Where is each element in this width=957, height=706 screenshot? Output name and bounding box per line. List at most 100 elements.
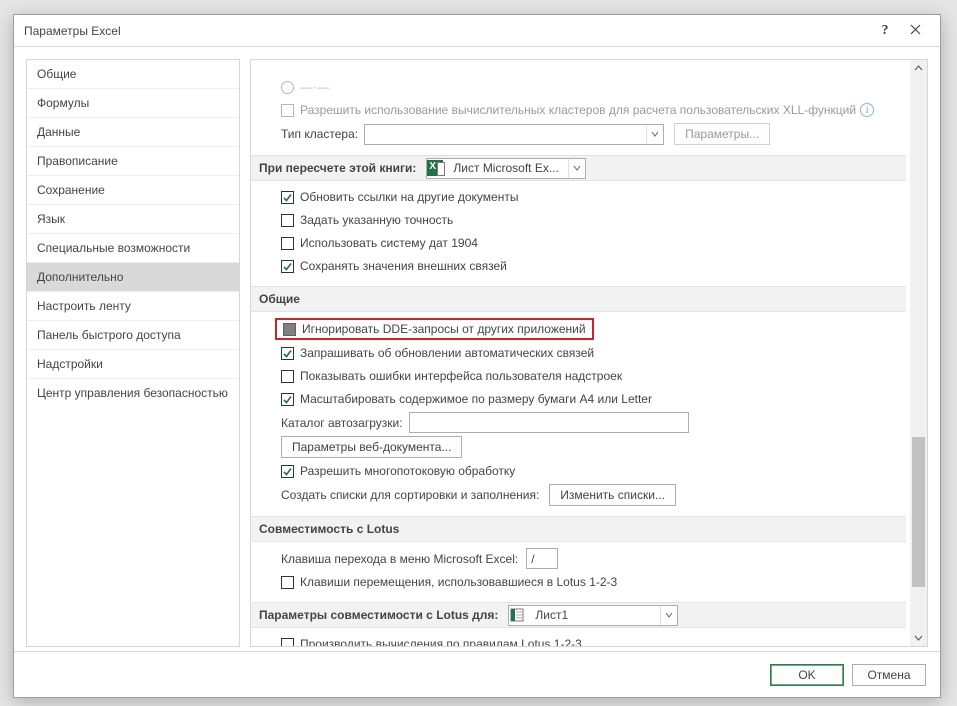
lotus-nav-checkbox[interactable] [281,576,294,589]
update-links-checkbox[interactable] [281,191,294,204]
allow-xll-row: Разрешить использование вычислительных к… [263,100,906,120]
scroll-up-button[interactable] [910,60,927,77]
date-1904-checkbox[interactable] [281,237,294,250]
ask-update-label: Запрашивать об обновлении автоматических… [300,346,594,360]
date-1904-label: Использовать систему дат 1904 [300,236,478,250]
multithread-checkbox[interactable] [281,465,294,478]
multithread-row: Разрешить многопотоковую обработку [263,461,906,481]
content-panel: —·— Разрешить использование вычислительн… [251,60,910,646]
sidebar-item-quick-access[interactable]: Панель быстрого доступа [27,321,239,350]
worksheet-icon [509,607,525,623]
custom-lists-label: Создать списки для сортировки и заполнен… [281,488,539,502]
ignore-dde-label: Игнорировать DDE-запросы от других прило… [302,322,586,336]
recalc-workbook-value: Лист Microsoft Ex... [447,161,568,175]
menu-key-row: Клавиша перехода в меню Microsoft Excel:… [263,548,906,569]
scroll-down-button[interactable] [910,629,927,646]
section-recalc-label: При пересчете этой книги: [259,161,416,175]
set-precision-label: Задать указанную точность [300,213,453,227]
recalc-workbook-dropdown[interactable]: Лист Microsoft Ex... [426,158,586,179]
cluster-type-label: Тип кластера: [281,127,358,141]
scale-a4-label: Масштабировать содержимое по размеру бум… [300,392,652,406]
addin-errors-label: Показывать ошибки интерфейса пользовател… [300,369,622,383]
ignore-dde-checkbox[interactable] [283,323,296,336]
sidebar-item-language[interactable]: Язык [27,205,239,234]
date-1904-row: Использовать систему дат 1904 [263,233,906,253]
scroll-track[interactable] [910,77,927,629]
cluster-type-dropdown[interactable] [364,124,664,145]
allow-xll-checkbox [281,104,294,117]
section-lotus-label: Совместимость с Lotus [259,522,399,536]
scale-a4-checkbox[interactable] [281,393,294,406]
update-links-label: Обновить ссылки на другие документы [300,190,518,204]
truncated-radio-row: —·— [263,77,906,97]
allow-xll-label: Разрешить использование вычислительных к… [300,103,856,117]
startup-label: Каталог автозагрузки: [281,416,403,430]
info-icon[interactable]: i [860,103,874,117]
sidebar-item-proofing[interactable]: Правописание [27,147,239,176]
keep-external-row: Сохранять значения внешних связей [263,256,906,276]
vertical-scrollbar[interactable] [910,60,927,646]
set-precision-row: Задать указанную точность [263,210,906,230]
close-button[interactable] [900,24,930,38]
ask-update-row: Запрашивать об обновлении автоматических… [263,343,906,363]
ask-update-checkbox[interactable] [281,347,294,360]
section-recalc: При пересчете этой книги: Лист Microsoft… [251,155,906,181]
addin-errors-checkbox[interactable] [281,370,294,383]
close-icon [910,24,921,35]
lotus-calc-row: Производить вычисления по правилам Lotus… [263,634,906,646]
startup-input[interactable] [409,412,689,433]
radio-icon [281,81,294,94]
set-precision-checkbox[interactable] [281,214,294,227]
web-doc-row: Параметры веб-документа... [263,436,906,458]
section-lotus: Совместимость с Lotus [251,516,906,542]
sidebar-item-save[interactable]: Сохранение [27,176,239,205]
dialog-footer: OK Отмена [14,651,940,697]
keep-external-checkbox[interactable] [281,260,294,273]
sidebar-item-customize-ribbon[interactable]: Настроить ленту [27,292,239,321]
scroll-thumb[interactable] [912,437,925,587]
section-lotus-compat: Параметры совместимости с Lotus для: Лис… [251,602,906,628]
sidebar-item-addins[interactable]: Надстройки [27,350,239,379]
lotus-calc-checkbox[interactable] [281,638,294,647]
ok-button[interactable]: OK [770,664,844,686]
lotus-sheet-dropdown[interactable]: Лист1 [508,605,678,626]
ignore-dde-row: Игнорировать DDE-запросы от других прило… [263,318,906,340]
lotus-calc-label: Производить вычисления по правилам Lotus… [300,637,582,646]
section-lotus-compat-label: Параметры совместимости с Lotus для: [259,608,498,622]
update-links-row: Обновить ссылки на другие документы [263,187,906,207]
keep-external-label: Сохранять значения внешних связей [300,259,507,273]
highlight-box: Игнорировать DDE-запросы от других прило… [275,318,594,340]
sidebar-item-data[interactable]: Данные [27,118,239,147]
startup-row: Каталог автозагрузки: [263,412,906,433]
window-title: Параметры Excel [24,24,870,38]
menu-key-label: Клавиша перехода в меню Microsoft Excel: [281,552,518,566]
sidebar-item-trust-center[interactable]: Центр управления безопасностью [27,379,239,407]
menu-key-input[interactable]: / [526,548,558,569]
dropdown-arrow-icon [568,159,585,178]
dropdown-arrow-icon [660,606,677,625]
sidebar-item-formulas[interactable]: Формулы [27,89,239,118]
lotus-nav-row: Клавиши перемещения, использовавшиеся в … [263,572,906,592]
scale-a4-row: Масштабировать содержимое по размеру бум… [263,389,906,409]
custom-lists-row: Создать списки для сортировки и заполнен… [263,484,906,506]
section-general-label: Общие [259,292,300,306]
sidebar-item-advanced[interactable]: Дополнительно [27,263,239,292]
section-general: Общие [251,286,906,312]
dialog-body: Общие Формулы Данные Правописание Сохран… [14,47,940,651]
content-wrap: —·— Разрешить использование вычислительн… [250,59,928,647]
truncated-radio-label: —·— [300,80,330,94]
sidebar: Общие Формулы Данные Правописание Сохран… [26,59,240,647]
options-dialog: Параметры Excel ? Общие Формулы Данные П… [13,14,941,698]
lotus-nav-label: Клавиши перемещения, использовавшиеся в … [300,575,617,589]
sidebar-item-accessibility[interactable]: Специальные возможности [27,234,239,263]
sidebar-item-general[interactable]: Общие [27,60,239,89]
multithread-label: Разрешить многопотоковую обработку [300,464,515,478]
lotus-sheet-value: Лист1 [529,608,660,622]
custom-lists-button[interactable]: Изменить списки... [549,484,676,506]
web-doc-button[interactable]: Параметры веб-документа... [281,436,462,458]
addin-errors-row: Показывать ошибки интерфейса пользовател… [263,366,906,386]
cluster-params-button: Параметры... [674,123,770,145]
dropdown-arrow-icon [646,125,663,144]
help-button[interactable]: ? [870,23,900,39]
cancel-button[interactable]: Отмена [852,664,926,686]
